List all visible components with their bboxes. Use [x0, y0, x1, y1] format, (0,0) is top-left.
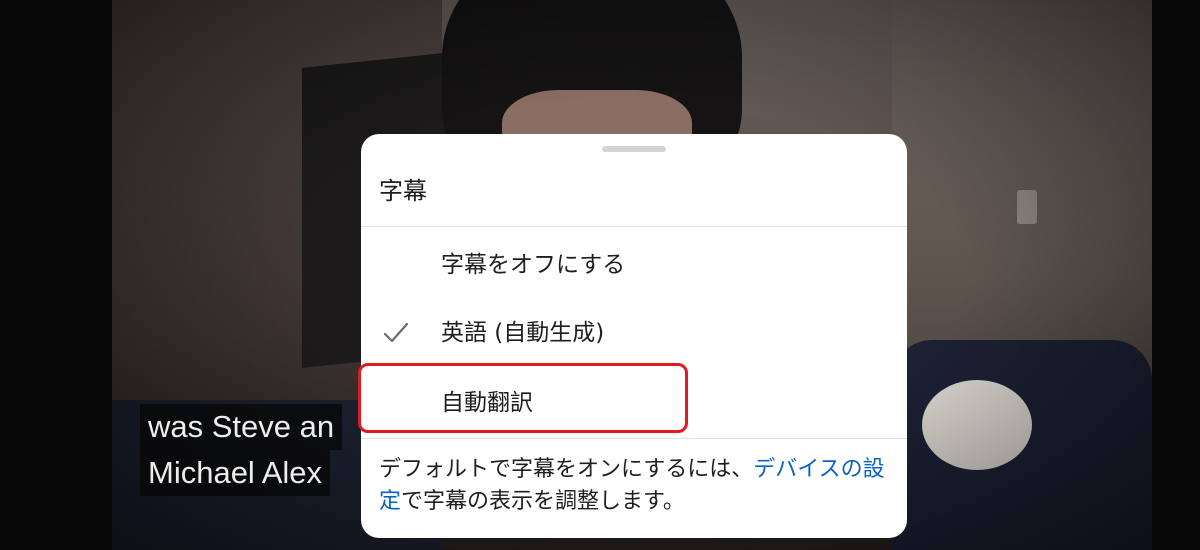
note-text: で字幕の表示を調整します。 — [401, 489, 685, 514]
menu-item-english-auto[interactable]: 英語 (自動生成) — [361, 300, 907, 366]
highlight-annotation — [358, 363, 688, 433]
captions-bottom-sheet: 字幕 字幕をオフにする 英語 (自動生成) 自動翻訳 デフォルトで字幕をオンにす… — [361, 134, 907, 538]
menu-item-label: 字幕をオフにする — [441, 252, 626, 278]
sheet-title: 字幕 — [379, 177, 427, 205]
caption-overlay: was Steve an Michael Alex — [140, 404, 343, 496]
menu-item-label: 英語 (自動生成) — [441, 320, 605, 346]
caption-settings-note: デフォルトで字幕をオンにするには、デバイスの設定で字幕の表示を調整します。 — [379, 454, 891, 518]
caption-line: Michael Alex — [140, 450, 331, 496]
check-icon — [383, 322, 409, 343]
screen: was Steve an Michael Alex 字幕 字幕をオフにする 英語… — [0, 0, 1200, 550]
divider — [361, 438, 907, 439]
menu-item-captions-off[interactable]: 字幕をオフにする — [361, 232, 907, 298]
divider — [361, 226, 907, 227]
note-text: デフォルトで字幕をオンにするには、 — [379, 457, 754, 482]
caption-line: was Steve an — [140, 404, 343, 450]
sheet-drag-handle[interactable] — [602, 146, 666, 152]
